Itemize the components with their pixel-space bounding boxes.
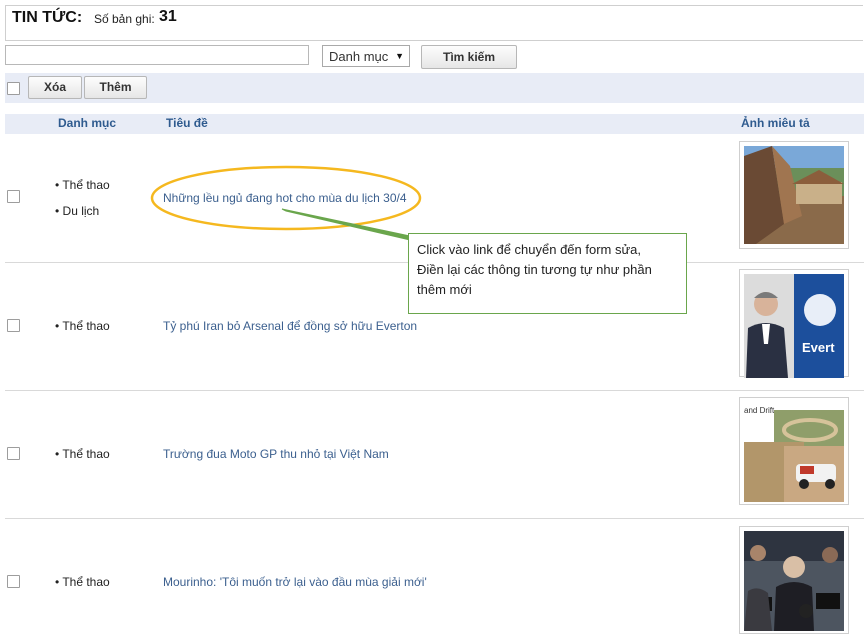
- callout-line: Điền lại các thông tin tương tự như phần: [417, 262, 652, 277]
- callout-line: thêm mới: [417, 282, 472, 297]
- callout-pointer: [281, 208, 411, 241]
- annotation-overlay: [150, 165, 422, 241]
- highlight-ellipse: [150, 165, 422, 231]
- annotation-callout: Click vào link để chuyển đến form sửa, Đ…: [408, 233, 687, 314]
- callout-line: Click vào link để chuyển đến form sửa,: [417, 242, 642, 257]
